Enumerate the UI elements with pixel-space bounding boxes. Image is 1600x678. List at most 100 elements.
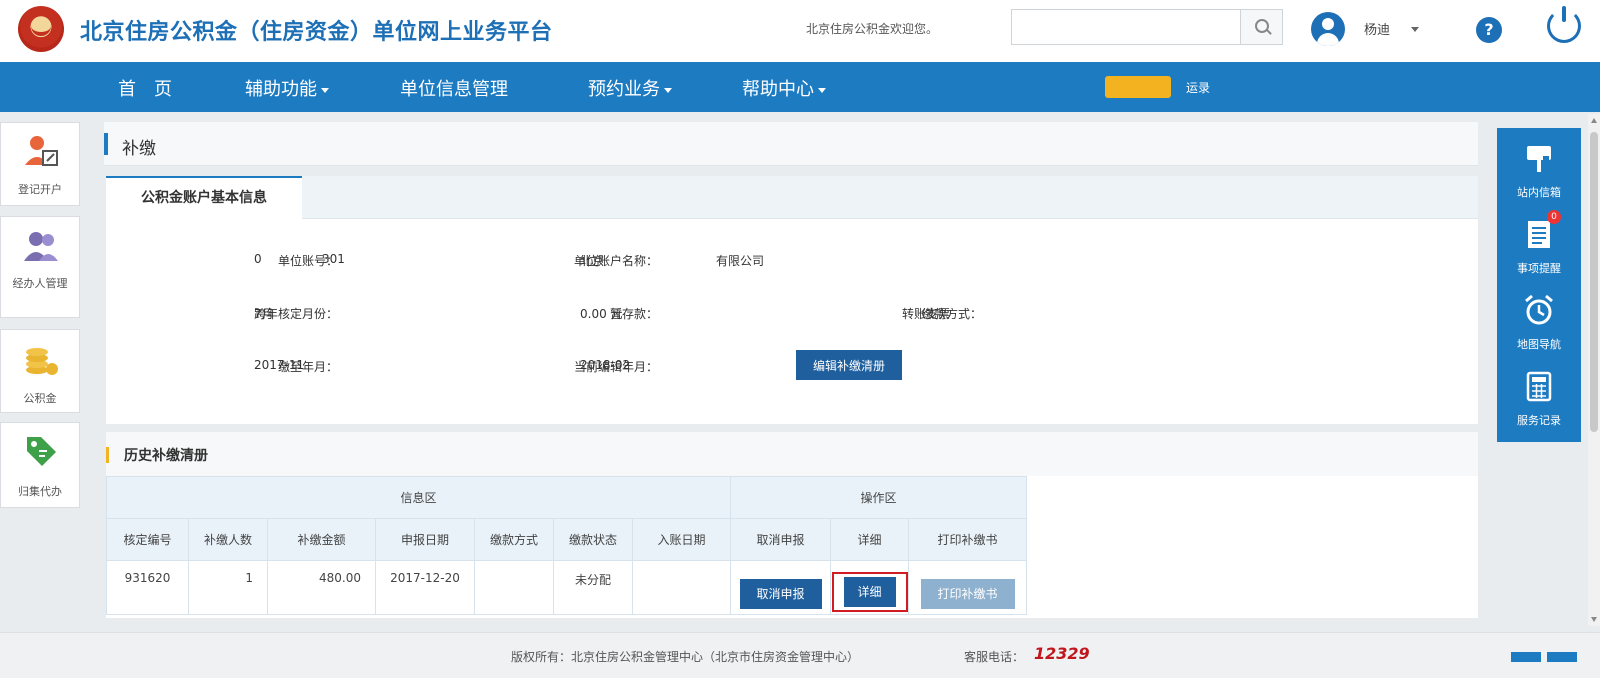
table-row: 931620 1 480.00 2017-12-20 未分配 取消申报 详细 打… xyxy=(106,560,1027,615)
detail-highlight-box: 详细 xyxy=(831,572,908,612)
unit-name-value-a: 北京 xyxy=(580,254,605,268)
users-icon xyxy=(24,232,58,261)
cross-year-value: 7月 xyxy=(254,307,274,321)
column-header: 入账日期 xyxy=(632,518,731,561)
title-accent xyxy=(104,133,108,155)
nav-item-auxiliary-label: 辅助功能 xyxy=(245,79,317,100)
footer: 版权所有：北京住房公积金管理中心（北京市住房资金管理中心） 客服电话： 1232… xyxy=(0,632,1600,678)
unit-no-value-a: 0 xyxy=(254,252,262,266)
toolbar-item-service-records[interactable]: 服务记录 xyxy=(1497,360,1581,436)
sidebar-item-label: 经办人管理 xyxy=(12,277,68,290)
alarm-clock-icon xyxy=(1525,294,1553,325)
column-header: 补缴人数 xyxy=(188,518,268,561)
column-header: 详细 xyxy=(830,518,909,561)
cell-entry-date xyxy=(632,560,731,615)
toolbar-item-label: 地图导航 xyxy=(1517,338,1561,351)
sidebar-item-label: 登记开户 xyxy=(18,183,62,196)
user-menu-caret-icon[interactable] xyxy=(1411,27,1419,32)
scroll-thumb[interactable] xyxy=(1590,132,1598,432)
unit-name-value-b: 有限公司 xyxy=(716,254,765,268)
nav-extra-link[interactable]: 运录 xyxy=(1186,79,1210,96)
header: 北京住房公积金（住房资金）单位网上业务平台 北京住房公积金欢迎您。 杨迪 ? xyxy=(0,0,1600,62)
cancel-declaration-button[interactable]: 取消申报 xyxy=(739,579,822,609)
calculator-icon xyxy=(1526,371,1552,402)
history-header: 历史补缴清册 xyxy=(106,432,1478,476)
footer-mini-icon xyxy=(1511,652,1541,662)
scroll-up-arrow-icon[interactable] xyxy=(1591,118,1597,123)
cell-count: 1 xyxy=(188,560,268,615)
search-icon[interactable] xyxy=(1240,10,1282,44)
sidebar-item-label: 公积金 xyxy=(23,392,57,405)
toolbar-item-reminders[interactable]: 0 事项提醒 xyxy=(1497,208,1581,284)
toolbar-item-map[interactable]: 地图导航 xyxy=(1497,284,1581,360)
account-info-tab-strip xyxy=(106,176,1478,219)
main-nav: 首 页 辅助功能 单位信息管理 预约业务 帮助中心 运录 xyxy=(0,62,1600,112)
nav-item-unit-info-label: 单位信息管理 xyxy=(400,79,508,100)
toolbar-item-label: 服务记录 xyxy=(1517,414,1561,427)
copyright-text: 版权所有：北京住房公积金管理中心（北京市住房资金管理中心） xyxy=(511,650,860,664)
user-avatar-icon[interactable] xyxy=(1311,12,1345,46)
mailbox-icon xyxy=(1527,146,1551,172)
tel-label: 客服电话： xyxy=(964,650,1025,664)
search-input[interactable] xyxy=(1012,10,1240,44)
nav-item-home[interactable]: 首 页 xyxy=(118,75,172,101)
history-title: 历史补缴清册 xyxy=(124,448,208,464)
detail-button[interactable]: 详细 xyxy=(843,577,896,607)
unit-no-value-b: 301 xyxy=(322,252,345,266)
cell-status: 未分配 xyxy=(553,560,633,615)
search-box xyxy=(1011,9,1283,45)
group-info-header: 信息区 xyxy=(106,476,731,519)
paid-to-value: 2017-11 xyxy=(254,358,305,372)
column-header: 取消申报 xyxy=(730,518,831,561)
notification-count-badge: 0 xyxy=(1547,210,1561,224)
logo-emblem-icon xyxy=(18,6,64,52)
print-supplement-button[interactable]: 打印补缴书 xyxy=(920,579,1015,609)
column-header: 补缴金额 xyxy=(267,518,376,561)
history-accent xyxy=(106,447,109,463)
nav-item-help-center[interactable]: 帮助中心 xyxy=(742,75,826,101)
chevron-down-icon xyxy=(664,87,672,93)
nav-item-appointment-label: 预约业务 xyxy=(588,79,660,100)
help-icon[interactable]: ? xyxy=(1476,17,1502,43)
scroll-down-arrow-icon[interactable] xyxy=(1591,617,1597,622)
nav-item-auxiliary[interactable]: 辅助功能 xyxy=(245,75,329,101)
site-title: 北京住房公积金（住房资金）单位网上业务平台 xyxy=(80,20,553,45)
toolbar-item-label: 事项提醒 xyxy=(1517,262,1561,275)
group-ops-header: 操作区 xyxy=(730,476,1027,519)
edit-supplement-list-button[interactable]: 编辑补缴清册 xyxy=(796,350,902,380)
deposit-value: 0.00 元 xyxy=(580,307,623,321)
cell-detail: 详细 xyxy=(830,560,909,615)
history-table: 信息区 操作区 核定编号 补缴人数 补缴金额 申报日期 缴款方式 缴款状态 入账… xyxy=(106,476,1027,615)
toolbar-item-inbox[interactable]: 站内信箱 xyxy=(1497,132,1581,208)
sidebar-item-open-account[interactable]: 登记开户 xyxy=(0,122,80,206)
user-name[interactable]: 杨迪 xyxy=(1364,19,1390,38)
cell-date: 2017-12-20 xyxy=(375,560,475,615)
page-scrollbar[interactable] xyxy=(1588,114,1600,626)
toolbar-item-label: 站内信箱 xyxy=(1517,186,1561,199)
column-header: 申报日期 xyxy=(375,518,475,561)
page-title: 补缴 xyxy=(122,139,156,159)
chevron-down-icon xyxy=(321,87,329,93)
current-month-value: 2018-02 xyxy=(580,358,631,372)
nav-item-help-center-label: 帮助中心 xyxy=(742,79,814,100)
footer-mini-icon xyxy=(1547,652,1577,662)
welcome-text: 北京住房公积金欢迎您。 xyxy=(806,22,939,36)
history-panel: 历史补缴清册 信息区 操作区 核定编号 补缴人数 补缴金额 申报日期 缴款方式 … xyxy=(106,432,1478,618)
sidebar-item-collection-agency[interactable]: 归集代办 xyxy=(0,422,80,508)
nav-notice-badge[interactable] xyxy=(1105,76,1171,98)
tel-number: 12329 xyxy=(1034,644,1090,663)
nav-item-unit-info[interactable]: 单位信息管理 xyxy=(400,75,508,101)
logout-power-icon[interactable] xyxy=(1547,6,1581,43)
account-info-panel: 公积金账户基本信息 单位账号： 0 301 单位账户名称： 北京 有限公司 跨年… xyxy=(106,176,1478,424)
cell-cancel: 取消申报 xyxy=(730,560,831,615)
column-header: 缴款方式 xyxy=(474,518,554,561)
tag-icon xyxy=(27,437,56,466)
cell-method xyxy=(474,560,554,615)
sidebar-item-agent-mgmt[interactable]: 经办人管理 xyxy=(0,216,80,318)
sidebar-item-label: 归集代办 xyxy=(18,485,62,498)
tab-account-info[interactable]: 公积金账户基本信息 xyxy=(106,176,302,220)
nav-item-appointment[interactable]: 预约业务 xyxy=(588,75,672,101)
right-toolbar: 站内信箱 0 事项提醒 地图导航 服务记录 xyxy=(1497,128,1581,442)
sidebar-item-provident-fund[interactable]: 公积金 xyxy=(0,329,80,413)
page-title-bar: 补缴 xyxy=(104,122,1478,166)
